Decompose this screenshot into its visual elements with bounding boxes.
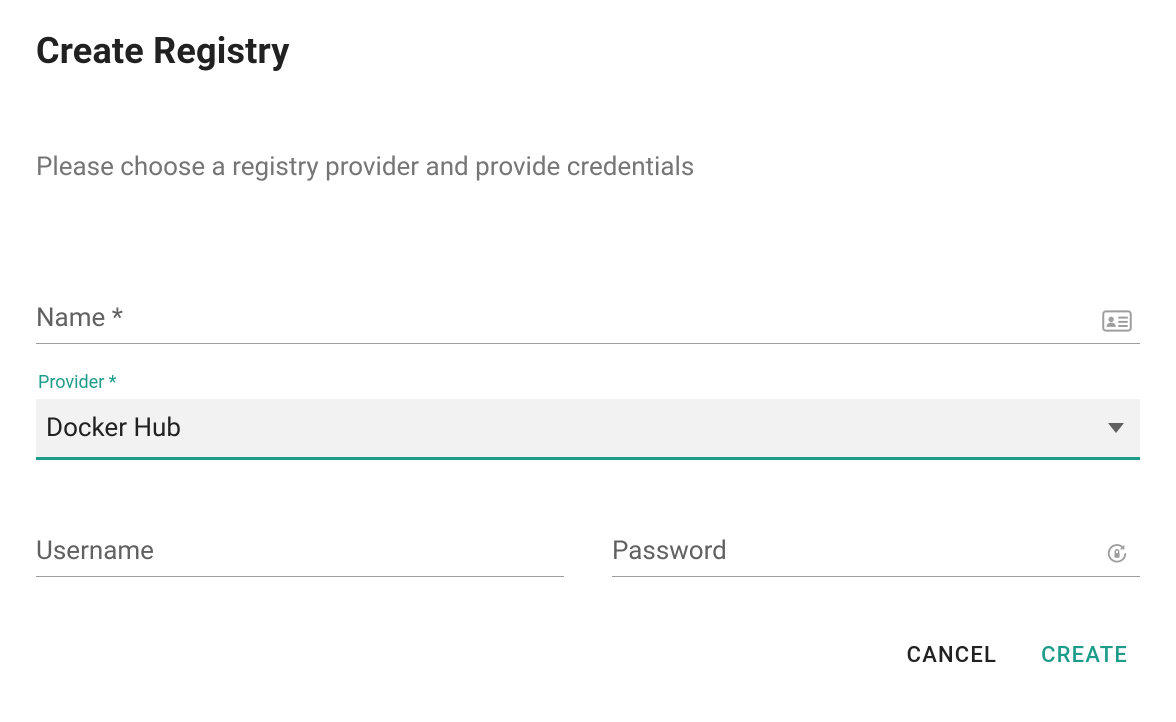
- username-field-wrapper: [36, 530, 564, 577]
- id-card-icon: [1102, 309, 1132, 333]
- page-subtitle: Please choose a registry provider and pr…: [36, 152, 1140, 182]
- password-input[interactable]: [612, 530, 1140, 577]
- provider-selected-value: Docker Hub: [46, 413, 181, 443]
- provider-field-wrapper: Provider * Docker Hub: [36, 372, 1140, 460]
- name-field-wrapper: [36, 297, 1140, 344]
- credentials-row: [36, 530, 1140, 577]
- cancel-button[interactable]: CANCEL: [905, 637, 999, 674]
- provider-label: Provider *: [36, 372, 1140, 393]
- generate-password-icon[interactable]: [1102, 542, 1132, 566]
- name-input[interactable]: [36, 297, 1140, 344]
- dialog-actions: CANCEL CREATE: [36, 637, 1140, 674]
- provider-select[interactable]: Docker Hub: [36, 399, 1140, 460]
- caret-down-icon: [1108, 423, 1124, 433]
- password-field-wrapper: [612, 530, 1140, 577]
- create-button[interactable]: CREATE: [1039, 637, 1130, 674]
- page-title: Create Registry: [36, 30, 1140, 72]
- username-input[interactable]: [36, 530, 564, 577]
